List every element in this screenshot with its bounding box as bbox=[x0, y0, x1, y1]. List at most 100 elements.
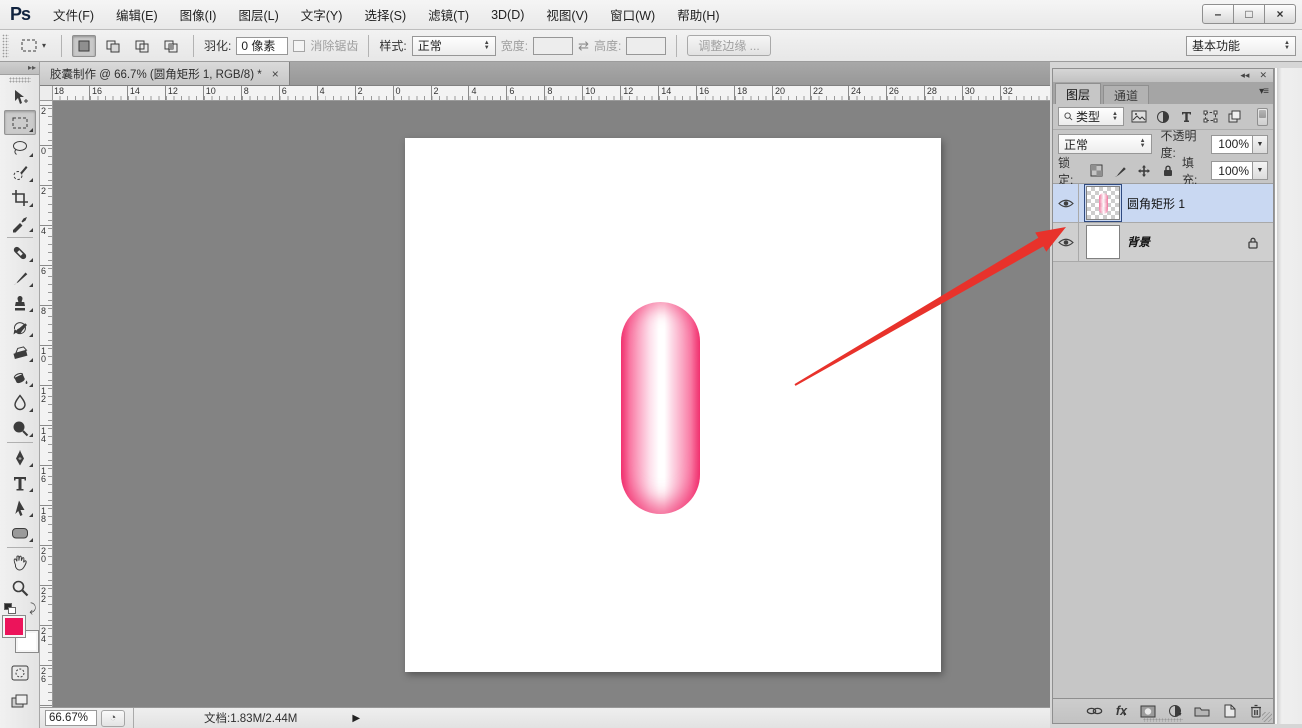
swap-width-height-icon[interactable]: ⇄ bbox=[578, 38, 589, 54]
new-layer-icon[interactable] bbox=[1220, 703, 1238, 720]
menu-文字[interactable]: 文字(Y) bbox=[290, 0, 354, 29]
lock-position-icon[interactable] bbox=[1135, 162, 1153, 179]
panel-resize-handle[interactable] bbox=[1262, 712, 1272, 722]
layer-filter-select[interactable]: 类型 ▲▼ bbox=[1058, 107, 1124, 126]
zoom-level-field[interactable]: 66.67% bbox=[45, 710, 97, 726]
filter-adjustment-layers-icon[interactable] bbox=[1153, 108, 1172, 125]
height-input[interactable] bbox=[626, 37, 666, 55]
layer-thumbnail[interactable] bbox=[1086, 186, 1120, 220]
clone-stamp-tool[interactable] bbox=[4, 290, 36, 315]
new-group-icon[interactable] bbox=[1193, 703, 1211, 720]
swap-colors-icon[interactable]: ⤸ bbox=[29, 601, 36, 616]
layer-name[interactable]: 圆角矩形 1 bbox=[1127, 195, 1185, 212]
layer-row[interactable]: 圆角矩形 1 bbox=[1053, 184, 1273, 223]
filter-shape-layers-icon[interactable] bbox=[1201, 108, 1220, 125]
menu-窗口[interactable]: 窗口(W) bbox=[599, 0, 666, 29]
path-selection-tool[interactable] bbox=[4, 495, 36, 520]
rectangular-marquee-tool[interactable] bbox=[4, 110, 36, 135]
selection-mode-add-button[interactable] bbox=[101, 35, 125, 57]
ruler-corner[interactable] bbox=[40, 86, 53, 101]
blur-tool[interactable] bbox=[4, 390, 36, 415]
history-brush-tool[interactable] bbox=[4, 315, 36, 340]
eraser-tool[interactable] bbox=[4, 340, 36, 365]
workspace-select[interactable]: 基本功能 ▲▼ bbox=[1186, 36, 1296, 56]
tool-preset-picker[interactable]: ▾ bbox=[14, 33, 51, 59]
opacity-field[interactable]: 100% ▼ bbox=[1211, 135, 1268, 154]
type-tool[interactable] bbox=[4, 470, 36, 495]
fill-field[interactable]: 100% ▼ bbox=[1211, 161, 1268, 180]
antialias-checkbox[interactable] bbox=[293, 40, 305, 52]
selection-mode-new-button[interactable] bbox=[72, 35, 96, 57]
menu-视图[interactable]: 视图(V) bbox=[535, 0, 599, 29]
dock-collapse-button[interactable]: ◂◂ bbox=[1240, 70, 1249, 81]
tab-channels[interactable]: 通道 bbox=[1103, 85, 1149, 104]
move-tool[interactable] bbox=[4, 85, 36, 110]
layer-thumbnail[interactable] bbox=[1086, 225, 1120, 259]
tools-collapse-button[interactable]: ▸▸ bbox=[0, 62, 39, 75]
layer-style-fx-icon[interactable]: fx▾ bbox=[1112, 703, 1130, 720]
zoom-tool[interactable] bbox=[4, 575, 36, 600]
blend-mode-select[interactable]: 正常 ▲▼ bbox=[1058, 134, 1152, 154]
screen-mode-button[interactable] bbox=[4, 689, 36, 713]
lock-all-icon[interactable] bbox=[1159, 162, 1177, 179]
document-tab[interactable]: 胶囊制作 @ 66.7% (圆角矩形 1, RGB/8) * × bbox=[40, 62, 290, 85]
tab-layers[interactable]: 图层 bbox=[1055, 83, 1101, 104]
minimize-button[interactable]: – bbox=[1202, 4, 1234, 24]
rounded-rectangle-tool[interactable] bbox=[4, 520, 36, 545]
horizontal-ruler[interactable]: 1816141210864202468101214161820222426283… bbox=[53, 86, 1050, 101]
close-button[interactable]: × bbox=[1264, 4, 1296, 24]
layer-name[interactable]: 背景 bbox=[1127, 234, 1150, 250]
link-layers-icon[interactable] bbox=[1085, 703, 1103, 720]
status-flyout-button[interactable]: ▶ bbox=[352, 713, 360, 724]
canvas[interactable] bbox=[53, 101, 1050, 707]
dodge-tool[interactable] bbox=[4, 415, 36, 440]
eyedropper-tool[interactable] bbox=[4, 210, 36, 235]
brush-tool[interactable] bbox=[4, 265, 36, 290]
dock-close-button[interactable]: ✕ bbox=[1259, 70, 1267, 81]
lock-transparency-icon[interactable] bbox=[1087, 162, 1105, 179]
quick-selection-tool[interactable] bbox=[4, 160, 36, 185]
status-history-icon[interactable]: ◔ bbox=[101, 710, 125, 727]
pen-tool[interactable] bbox=[4, 445, 36, 470]
vertical-ruler[interactable]: 2024681 01 21 41 61 82 02 22 42 62 8 bbox=[40, 101, 53, 707]
hand-tool[interactable] bbox=[4, 550, 36, 575]
menu-图层[interactable]: 图层(L) bbox=[227, 0, 289, 29]
menu-3D[interactable]: 3D(D) bbox=[480, 0, 535, 29]
quick-mask-button[interactable] bbox=[4, 661, 36, 685]
menu-图像[interactable]: 图像(I) bbox=[169, 0, 228, 29]
maximize-button[interactable]: □ bbox=[1233, 4, 1265, 24]
menu-帮助[interactable]: 帮助(H) bbox=[666, 0, 730, 29]
menu-文件[interactable]: 文件(F) bbox=[42, 0, 105, 29]
selection-mode-subtract-button[interactable] bbox=[130, 35, 154, 57]
filter-type-layers-icon[interactable] bbox=[1177, 108, 1196, 125]
layer-visibility-toggle[interactable] bbox=[1053, 223, 1079, 261]
menu-编辑[interactable]: 编辑(E) bbox=[105, 0, 169, 29]
menu-选择[interactable]: 选择(S) bbox=[353, 0, 417, 29]
lock-pixels-icon[interactable] bbox=[1111, 162, 1129, 179]
panel-menu-icon[interactable]: ▾≡ bbox=[1259, 86, 1268, 97]
add-layer-mask-icon[interactable] bbox=[1139, 703, 1157, 720]
layer-row[interactable]: 背景 bbox=[1053, 223, 1273, 262]
capsule-shape[interactable] bbox=[621, 302, 700, 514]
default-colors-icon[interactable] bbox=[4, 603, 16, 614]
filter-pixel-layers-icon[interactable] bbox=[1129, 108, 1148, 125]
spot-healing-brush-tool[interactable] bbox=[4, 240, 36, 265]
selection-mode-intersect-button[interactable] bbox=[159, 35, 183, 57]
feather-input[interactable]: 0 像素 bbox=[236, 37, 288, 55]
menu-滤镜[interactable]: 滤镜(T) bbox=[417, 0, 480, 29]
lasso-tool[interactable] bbox=[4, 135, 36, 160]
dock-edge-strip[interactable] bbox=[1274, 68, 1302, 724]
opacity-drop-icon[interactable]: ▼ bbox=[1253, 135, 1268, 154]
crop-tool[interactable] bbox=[4, 185, 36, 210]
foreground-color-swatch[interactable] bbox=[3, 616, 25, 637]
paint-bucket-tool[interactable] bbox=[4, 365, 36, 390]
style-select[interactable]: 正常 ▲▼ bbox=[412, 36, 496, 56]
refine-edge-button[interactable]: 调整边缘 ... bbox=[687, 35, 770, 56]
filter-on-off-toggle[interactable] bbox=[1257, 108, 1268, 126]
new-adjustment-layer-icon[interactable]: ▾ bbox=[1166, 703, 1184, 720]
fill-drop-icon[interactable]: ▼ bbox=[1253, 161, 1268, 180]
layer-visibility-toggle[interactable] bbox=[1053, 184, 1079, 222]
width-input[interactable] bbox=[533, 37, 573, 55]
tab-close-icon[interactable]: × bbox=[272, 67, 279, 81]
filter-smart-objects-icon[interactable] bbox=[1225, 108, 1244, 125]
